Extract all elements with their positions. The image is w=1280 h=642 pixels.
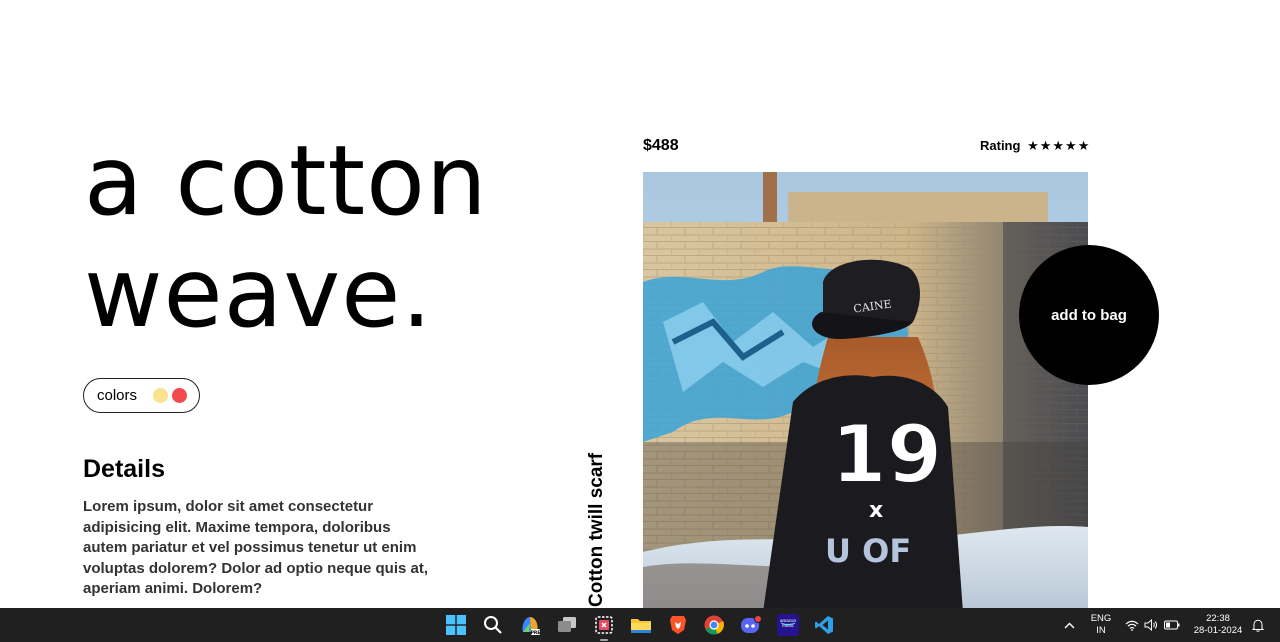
product-rating: Rating ★★★★★ [980,138,1090,154]
add-to-bag-button[interactable]: add to bag [1019,245,1159,385]
search-icon[interactable] [481,613,505,637]
svg-text:19: 19 [831,408,942,501]
system-clock[interactable]: 22:38 28-01-2024 [1188,608,1248,642]
amazon-music-icon[interactable]: amazon music [776,613,800,637]
hero-headline: a cotton weave. [84,125,488,349]
file-explorer-icon[interactable] [629,613,653,637]
details-description: Lorem ipsum, dolor sit amet consectetur … [83,498,429,597]
language-code: ENG [1090,613,1112,624]
windows-taskbar: PRE amazon music ENG IN 22:38 28-01-2024 [0,608,1280,642]
rating-stars-icon: ★★★★★ [1027,138,1091,153]
discord-icon[interactable] [739,613,763,637]
vscode-icon[interactable] [812,613,836,637]
notification-bell-icon[interactable] [1250,608,1266,642]
clock-date: 28-01-2024 [1193,625,1243,636]
details-heading: Details [83,455,165,483]
chrome-icon[interactable] [702,613,726,637]
color-swatch-red[interactable] [172,388,187,403]
product-name: Cotton twill scarf [586,452,607,607]
language-indicator[interactable]: ENG IN [1088,608,1114,642]
battery-icon[interactable] [1163,608,1181,642]
amazon-music-label: amazon music [779,618,796,628]
volume-icon[interactable] [1143,608,1159,642]
colors-selector[interactable]: colors [83,378,200,413]
svg-text:PRE: PRE [531,630,541,636]
brave-icon[interactable] [666,613,690,637]
wifi-icon[interactable] [1124,608,1140,642]
copilot-icon[interactable]: PRE [518,613,542,637]
clock-time: 22:38 [1206,613,1230,624]
product-price: $488 [643,137,679,154]
task-view-icon[interactable] [555,613,579,637]
show-hidden-icons-chevron-up-icon[interactable] [1062,608,1076,642]
svg-text:U OF: U OF [825,532,911,570]
hero-line-2: weave. [84,237,433,349]
product-photo: CAINE 19 x U OF [643,172,1088,608]
windows-start-icon[interactable] [444,613,468,637]
color-swatch-yellow[interactable] [153,388,168,403]
product-page: a cotton weave. colors Details Lorem ips… [0,0,1280,608]
hero-line-1: a cotton [84,125,488,237]
svg-text:x: x [869,498,883,523]
product-photo-illustration: CAINE 19 x U OF [643,172,1088,608]
region-code: IN [1096,625,1106,636]
snipping-tool-icon[interactable] [592,613,616,641]
rating-label: Rating [980,138,1021,153]
colors-label: colors [97,387,138,404]
